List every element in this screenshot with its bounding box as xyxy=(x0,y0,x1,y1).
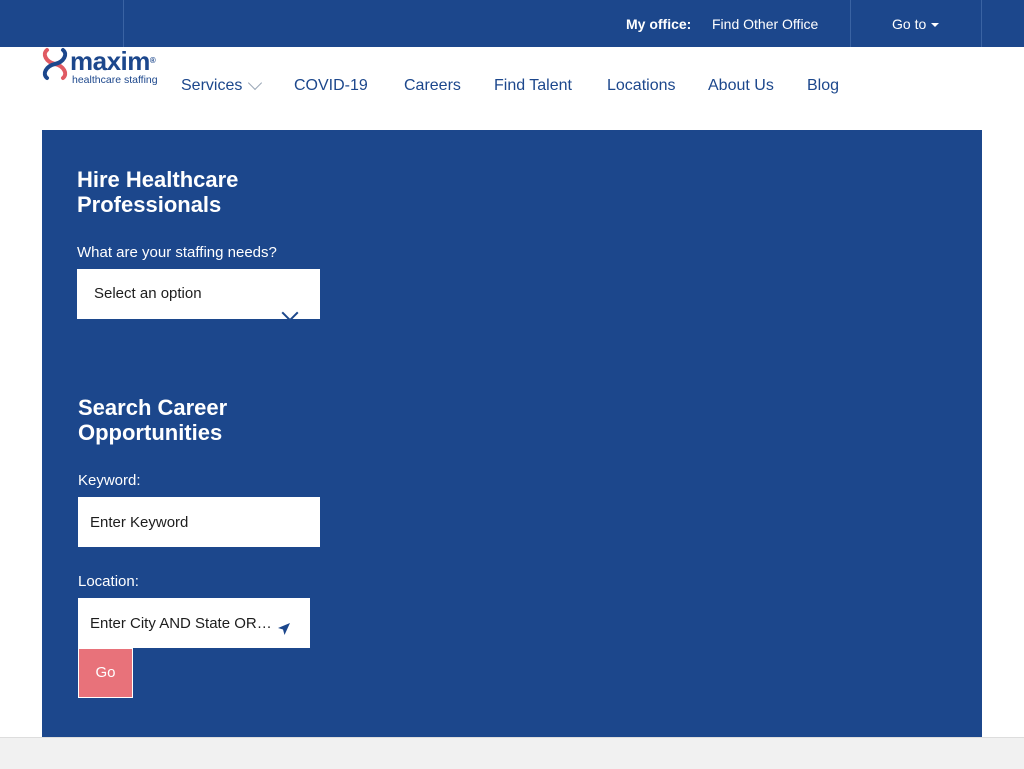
search-heading: Search Career Opportunities xyxy=(78,395,227,445)
go-to-label: Go to xyxy=(892,16,927,32)
hire-heading-line1: Hire Healthcare xyxy=(77,167,239,192)
staffing-needs-select[interactable]: Select an option xyxy=(77,269,320,322)
go-to-dropdown[interactable]: Go to xyxy=(892,16,940,32)
search-heading-line2: Opportunities xyxy=(78,420,223,445)
hire-heading-line2: Professionals xyxy=(77,192,222,217)
location-input[interactable] xyxy=(78,598,278,648)
topbar-divider xyxy=(981,0,982,47)
chevron-down-icon xyxy=(248,75,263,91)
staffing-needs-label: What are your staffing needs? xyxy=(77,244,277,261)
nav-item-covid-19[interactable]: COVID-19 xyxy=(294,77,368,95)
logo-trademark: ® xyxy=(149,56,156,65)
logo-tagline: healthcare staffing xyxy=(72,74,158,86)
hero-panel: Hire Healthcare Professionals What are y… xyxy=(42,130,982,737)
logo-brand: maxim xyxy=(70,46,150,76)
nav-item-services[interactable]: Services xyxy=(181,75,263,95)
find-other-office-link[interactable]: Find Other Office xyxy=(712,16,818,32)
location-field xyxy=(78,598,310,648)
nav-item-find-talent[interactable]: Find Talent xyxy=(494,77,572,95)
nav-item-locations[interactable]: Locations xyxy=(607,77,676,95)
caret-down-icon xyxy=(931,23,940,28)
my-office-label: My office: xyxy=(626,16,692,32)
chevron-down-icon xyxy=(281,304,299,322)
topbar-divider xyxy=(850,0,851,47)
keyword-label: Keyword: xyxy=(78,472,141,489)
nav-item-label: Services xyxy=(181,77,243,94)
search-heading-line1: Search Career xyxy=(78,395,228,420)
maxim-logo[interactable]: maxim® healthcare staffing xyxy=(42,46,164,88)
bottom-strip xyxy=(0,737,1024,769)
top-utility-bar: My office: Find Other Office Go to xyxy=(0,0,1024,47)
location-label: Location: xyxy=(78,573,139,590)
nav-item-careers[interactable]: Careers xyxy=(404,77,461,95)
logo-wordmark: maxim® xyxy=(70,46,156,76)
go-button[interactable]: Go xyxy=(78,648,133,698)
nav-item-blog[interactable]: Blog xyxy=(807,77,839,95)
location-arrow-icon[interactable] xyxy=(277,622,291,636)
staffing-needs-value: Select an option xyxy=(94,285,202,302)
x-heart-logo-icon xyxy=(42,48,68,80)
keyword-input[interactable] xyxy=(78,497,320,547)
topbar-divider xyxy=(123,0,124,47)
nav-item-about-us[interactable]: About Us xyxy=(708,77,774,95)
hire-heading: Hire Healthcare Professionals xyxy=(77,167,238,217)
